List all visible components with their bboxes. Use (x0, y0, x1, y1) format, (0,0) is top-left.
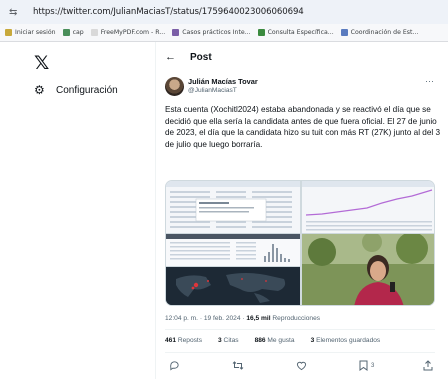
bookmarks-label: Elementos guardados (314, 337, 381, 344)
url-text[interactable]: https://twitter.com/JulianMaciasT/status… (33, 7, 304, 17)
bookmark-favicon-icon (172, 29, 180, 36)
page-title: Post (190, 52, 212, 63)
bookmark-label: Iniciar sesión (15, 29, 56, 36)
tweet-text: Esta cuenta (Xochitl2024) estaba abandon… (165, 105, 441, 149)
column-divider (155, 42, 156, 379)
bookmark-icon (359, 360, 368, 371)
bookmark-item[interactable]: cap (62, 29, 84, 36)
likes-label: Me gusta (265, 337, 295, 344)
bookmark-item[interactable]: FreeMyPDF.com - R... (90, 29, 166, 36)
nav-item-label: Configuración (56, 84, 118, 96)
bookmark-favicon-icon (5, 29, 12, 36)
media-image-chart[interactable] (302, 181, 434, 233)
bookmark-label: Consulta Específica... (267, 29, 334, 36)
bookmark-item[interactable]: Consulta Específica... (257, 29, 334, 36)
repost-icon[interactable] (232, 360, 244, 371)
reposts-stat[interactable]: 461 Reposts (165, 337, 210, 344)
gear-icon: ⚙ (34, 83, 45, 97)
bookmark-label: Coordinación de Est... (350, 29, 419, 36)
quotes-stat[interactable]: 3 Citas (218, 337, 247, 344)
quotes-label: Citas (221, 337, 239, 344)
reply-icon[interactable] (169, 360, 180, 371)
engagement-stats: 461 Reposts 3 Citas 886 Me gusta 3 Eleme… (165, 337, 396, 344)
bookmark-count: 3 (371, 362, 375, 369)
bookmark-label: Casos prácticos Inte... (182, 29, 251, 36)
bookmark-item[interactable]: Coordinación de Est... (340, 29, 419, 36)
reposts-count: 461 (165, 337, 177, 344)
bookmark-item[interactable]: Casos prácticos Inte... (172, 29, 251, 36)
reposts-label: Reposts (176, 337, 203, 344)
likes-stat[interactable]: 886 Me gusta (255, 337, 303, 344)
action-bar: 3 (165, 360, 440, 374)
media-grid[interactable] (165, 180, 435, 306)
media-image-table-1[interactable] (166, 181, 300, 233)
author-name[interactable]: Julián Macías Tovar (188, 77, 258, 86)
x-logo-icon[interactable]: 𝕏 (34, 52, 49, 74)
bookmark-favicon-icon (90, 29, 98, 36)
bookmark-button[interactable]: 3 (359, 360, 374, 371)
bookmark-favicon-icon (340, 29, 348, 36)
share-icon[interactable] (423, 360, 433, 371)
views-label: Reproducciones (270, 315, 321, 322)
bookmark-favicon-icon (62, 29, 70, 36)
bookmarks-stat[interactable]: 3 Elementos guardados (311, 337, 389, 344)
bookmark-label: FreeMyPDF.com - R... (100, 29, 166, 36)
address-bar[interactable]: ⇆ https://twitter.com/JulianMaciasT/stat… (0, 0, 448, 24)
media-image-photo[interactable] (302, 234, 434, 305)
avatar[interactable] (165, 77, 184, 96)
more-options-icon[interactable]: ··· (425, 76, 434, 86)
site-info-icon[interactable]: ⇆ (9, 7, 25, 18)
media-image-map[interactable] (166, 267, 300, 305)
likes-count: 886 (254, 337, 266, 344)
divider (165, 352, 435, 353)
media-image-table-2[interactable] (166, 234, 300, 266)
views-count: 16,5 mil (246, 315, 271, 322)
divider (165, 329, 435, 330)
bookmark-favicon-icon (257, 29, 265, 36)
bookmarks-bar: Iniciar sesión cap FreeMyPDF.com - R... Cas… (0, 24, 448, 42)
timestamp-text: 12:04 p. m. · 19 feb. 2024 · (165, 315, 247, 322)
heart-icon[interactable] (296, 360, 307, 371)
author-handle[interactable]: @JulianMaciasT (188, 87, 237, 94)
bookmark-label: cap (72, 29, 84, 36)
back-arrow-icon[interactable]: ← (165, 51, 176, 63)
tweet-timestamp[interactable]: 12:04 p. m. · 19 feb. 2024 · 16,5 mil Re… (165, 315, 320, 322)
bookmark-item[interactable]: Iniciar sesión (5, 29, 56, 36)
nav-item-configuracion[interactable]: ⚙ Configuración (34, 83, 118, 97)
